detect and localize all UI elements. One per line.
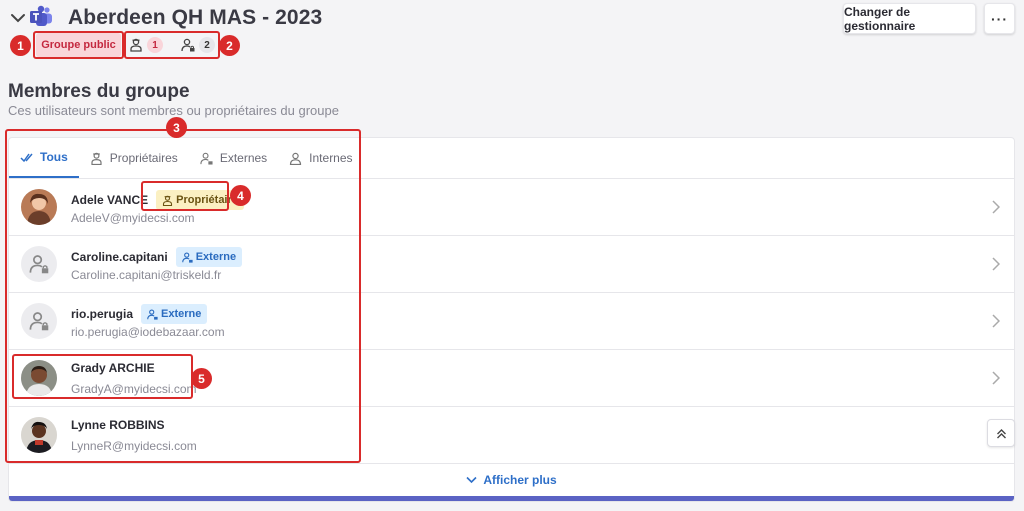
annotation-number: 5 xyxy=(191,368,212,389)
annotation-box xyxy=(5,129,361,463)
annotation-number: 3 xyxy=(166,117,187,138)
section-subtitle: Ces utilisateurs sont membres ou proprié… xyxy=(8,103,339,118)
chevron-right-icon[interactable] xyxy=(992,200,1000,214)
chevron-down-icon[interactable] xyxy=(10,11,26,25)
scroll-to-top-button[interactable] xyxy=(987,419,1015,447)
chevron-right-icon[interactable] xyxy=(992,314,1000,328)
group-title: Aberdeen QH MAS - 2023 xyxy=(68,6,323,29)
chevron-right-icon[interactable] xyxy=(992,371,1000,385)
teams-icon xyxy=(30,5,52,26)
chevron-down-icon xyxy=(466,476,477,484)
annotation-box xyxy=(12,354,193,399)
show-more-link[interactable]: Afficher plus xyxy=(9,466,1014,494)
annotation-number: 4 xyxy=(230,185,251,206)
card-bottom-bar xyxy=(9,496,1014,501)
annotation-box xyxy=(141,181,229,211)
annotation-number: 1 xyxy=(10,35,31,56)
show-more-label: Afficher plus xyxy=(483,473,557,487)
more-options-button[interactable]: ··· xyxy=(984,3,1015,34)
annotation-box xyxy=(33,31,124,59)
annotation-box xyxy=(124,31,220,59)
annotation-number: 2 xyxy=(219,35,240,56)
chevron-right-icon[interactable] xyxy=(992,257,1000,271)
change-manager-button[interactable]: Changer de gestionnaire xyxy=(843,3,976,34)
section-title: Membres du groupe xyxy=(8,81,190,102)
double-chevron-up-icon xyxy=(996,428,1006,438)
